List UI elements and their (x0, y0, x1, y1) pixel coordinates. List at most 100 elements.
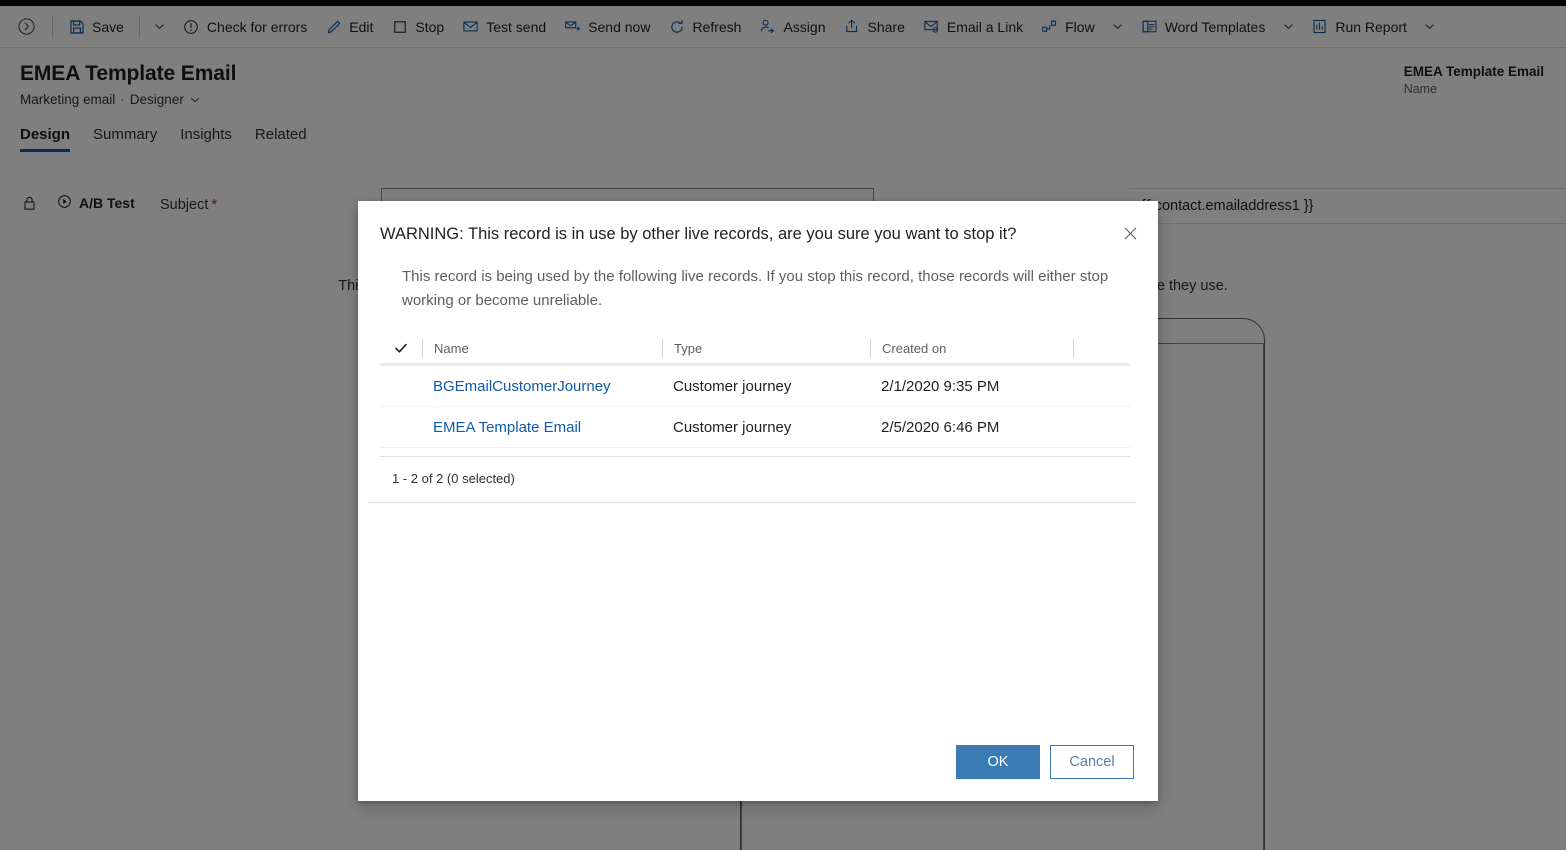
form-selector-label[interactable]: Designer (130, 92, 184, 107)
column-header-name[interactable]: Name (422, 338, 662, 358)
tab-design[interactable]: Design (20, 126, 71, 152)
run-report-dropdown-button[interactable] (1416, 7, 1444, 47)
save-button[interactable]: Save (59, 7, 133, 47)
save-split-divider (138, 15, 140, 38)
refresh-button[interactable]: Refresh (659, 7, 750, 47)
header-name-field: EMEA Template Email Name (1404, 64, 1544, 96)
command-bar: Save Check for errors Edit Stop Test sen… (0, 6, 1566, 48)
chevron-down-icon (153, 20, 166, 33)
record-header: EMEA Template Email Marketing email · De… (0, 48, 1566, 158)
form-tablist: Design Summary Insights Related (20, 126, 307, 152)
app-root: Save Check for errors Edit Stop Test sen… (0, 0, 1566, 850)
send-now-icon (564, 18, 581, 35)
word-template-icon (1141, 18, 1158, 35)
required-asterisk: * (211, 197, 218, 213)
ok-button[interactable]: OK (956, 745, 1040, 779)
alert-circle-icon (183, 18, 200, 35)
stop-record-warning-dialog: WARNING: This record is in use by other … (358, 201, 1158, 801)
flow-button[interactable]: Flow (1032, 7, 1104, 47)
row-name-link[interactable]: BGEmailCustomerJourney (422, 378, 662, 395)
test-send-label: Test send (486, 18, 547, 35)
ab-test-button[interactable]: A/B Test (57, 194, 135, 212)
cancel-button[interactable]: Cancel (1050, 745, 1134, 779)
header-name-label: Name (1403, 82, 1438, 96)
dialog-header: WARNING: This record is in use by other … (358, 201, 1158, 245)
email-address-value: {{ contact.emailaddress1 }} (1141, 198, 1314, 214)
header-name-value: EMEA Template Email (1403, 64, 1544, 79)
flow-dropdown-button[interactable] (1104, 7, 1132, 47)
send-now-button[interactable]: Send now (555, 7, 659, 47)
chevron-down-icon (1111, 20, 1124, 33)
table-row[interactable]: BGEmailCustomerJourney Customer journey … (380, 366, 1130, 407)
row-type: Customer journey (673, 377, 792, 395)
assign-label: Assign (783, 18, 826, 35)
tab-insights-label: Insights (180, 126, 232, 143)
pencil-icon (325, 18, 342, 35)
column-header-spacer (1073, 338, 1085, 358)
flow-label: Flow (1065, 18, 1095, 35)
ab-test-label: A/B Test (79, 195, 135, 211)
refresh-icon (668, 18, 685, 35)
subtitle-separator: · (120, 92, 125, 107)
grid-header-row: Name Type Created on (380, 333, 1130, 366)
assign-button[interactable]: Assign (750, 7, 834, 47)
share-button[interactable]: Share (835, 7, 914, 47)
word-templates-button[interactable]: Word Templates (1132, 7, 1275, 47)
chevron-down-icon (1423, 20, 1436, 33)
close-icon[interactable] (1114, 217, 1146, 249)
grid-record-count: 1 - 2 of 2 (0 selected) (392, 471, 515, 486)
grid-bottom-divider (368, 502, 1136, 503)
chevron-down-icon (1282, 20, 1295, 33)
entity-name: Marketing email (20, 92, 116, 107)
record-subtitle: Marketing email · Designer (20, 92, 201, 107)
row-created-on: 2/5/2020 6:46 PM (881, 418, 1000, 436)
check-for-errors-button[interactable]: Check for errors (174, 7, 316, 47)
tab-related[interactable]: Related (255, 126, 307, 152)
row-type: Customer journey (673, 418, 792, 436)
save-icon (68, 18, 85, 35)
refresh-label: Refresh (692, 18, 742, 35)
stop-label: Stop (415, 18, 445, 35)
edit-button[interactable]: Edit (316, 7, 382, 47)
tab-summary[interactable]: Summary (93, 126, 157, 152)
square-stop-icon (391, 18, 408, 35)
email-a-link-label: Email a Link (946, 18, 1024, 35)
tab-summary-label: Summary (93, 126, 158, 143)
test-send-button[interactable]: Test send (453, 7, 555, 47)
column-header-created-on[interactable]: Created on (870, 338, 1073, 358)
save-label: Save (92, 18, 124, 35)
column-header-type[interactable]: Type (662, 338, 870, 358)
save-dropdown-button[interactable] (146, 7, 174, 47)
select-all-checkmark-icon[interactable] (380, 341, 422, 355)
dialog-footer: OK Cancel (956, 745, 1134, 779)
email-a-link-button[interactable]: Email a Link (914, 7, 1032, 47)
flow-icon (1041, 18, 1058, 35)
chevron-circle-right-icon[interactable] (6, 7, 46, 47)
row-name-link[interactable]: EMEA Template Email (422, 419, 662, 436)
tab-insights[interactable]: Insights (180, 126, 232, 152)
email-address-field[interactable]: {{ contact.emailaddress1 }} (1129, 188, 1566, 224)
edit-label: Edit (349, 18, 374, 35)
circle-play-icon (57, 194, 72, 212)
row-created-on: 2/1/2020 9:35 PM (881, 377, 1000, 395)
tab-design-label: Design (20, 126, 71, 143)
dialog-title: WARNING: This record is in use by other … (380, 225, 1017, 243)
run-report-button[interactable]: Run Report (1302, 7, 1416, 47)
share-icon (844, 18, 861, 35)
subject-label: Subject * (160, 197, 217, 213)
share-label: Share (867, 18, 905, 35)
tab-related-label: Related (254, 126, 307, 143)
check-for-errors-label: Check for errors (206, 18, 308, 35)
dialog-description: This record is being used by the followi… (402, 268, 1109, 309)
page-title: EMEA Template Email (20, 62, 237, 85)
subject-label-text: Subject (160, 197, 209, 213)
word-templates-label: Word Templates (1164, 18, 1266, 35)
table-row[interactable]: EMEA Template Email Customer journey 2/5… (380, 407, 1130, 448)
run-report-label: Run Report (1335, 18, 1407, 35)
stop-button[interactable]: Stop (382, 7, 453, 47)
command-bar-divider (52, 15, 53, 38)
envelope-icon (462, 18, 479, 35)
word-templates-dropdown-button[interactable] (1274, 7, 1302, 47)
chevron-down-icon[interactable] (189, 94, 201, 106)
lock-icon (22, 195, 37, 217)
